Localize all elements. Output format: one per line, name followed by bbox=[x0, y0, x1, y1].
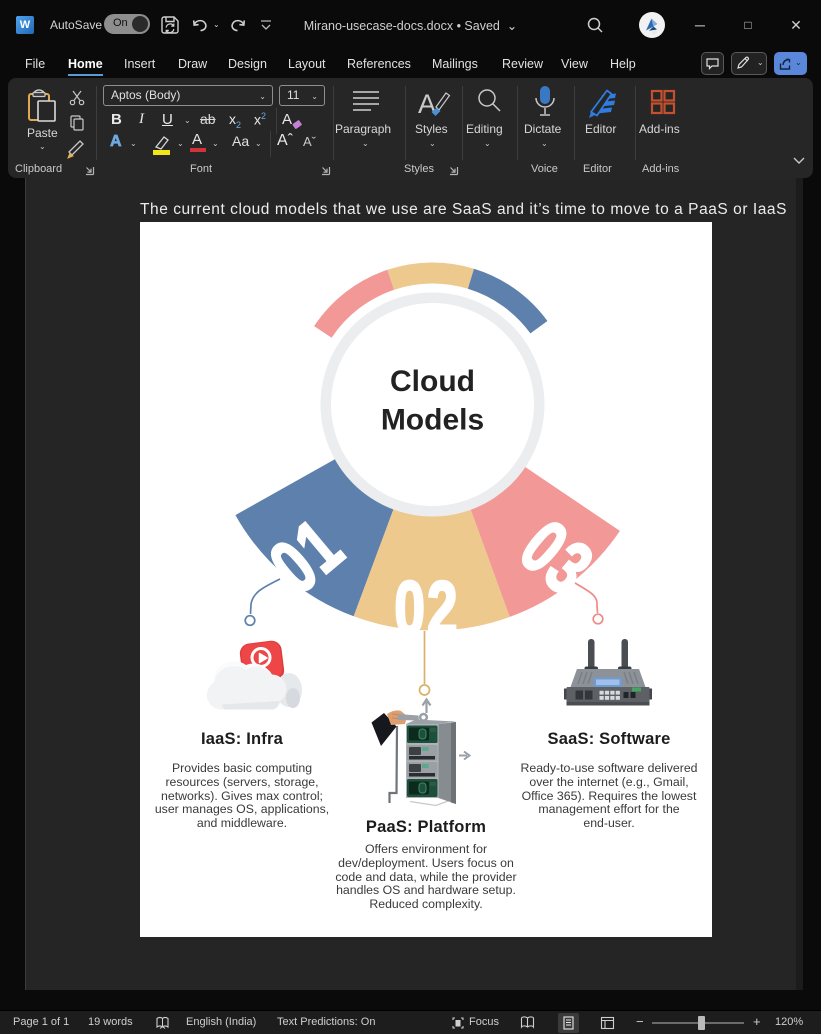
svg-text:02: 02 bbox=[394, 567, 459, 652]
svg-text:Cloud: Cloud bbox=[390, 365, 475, 398]
svg-text:Models: Models bbox=[381, 404, 484, 437]
